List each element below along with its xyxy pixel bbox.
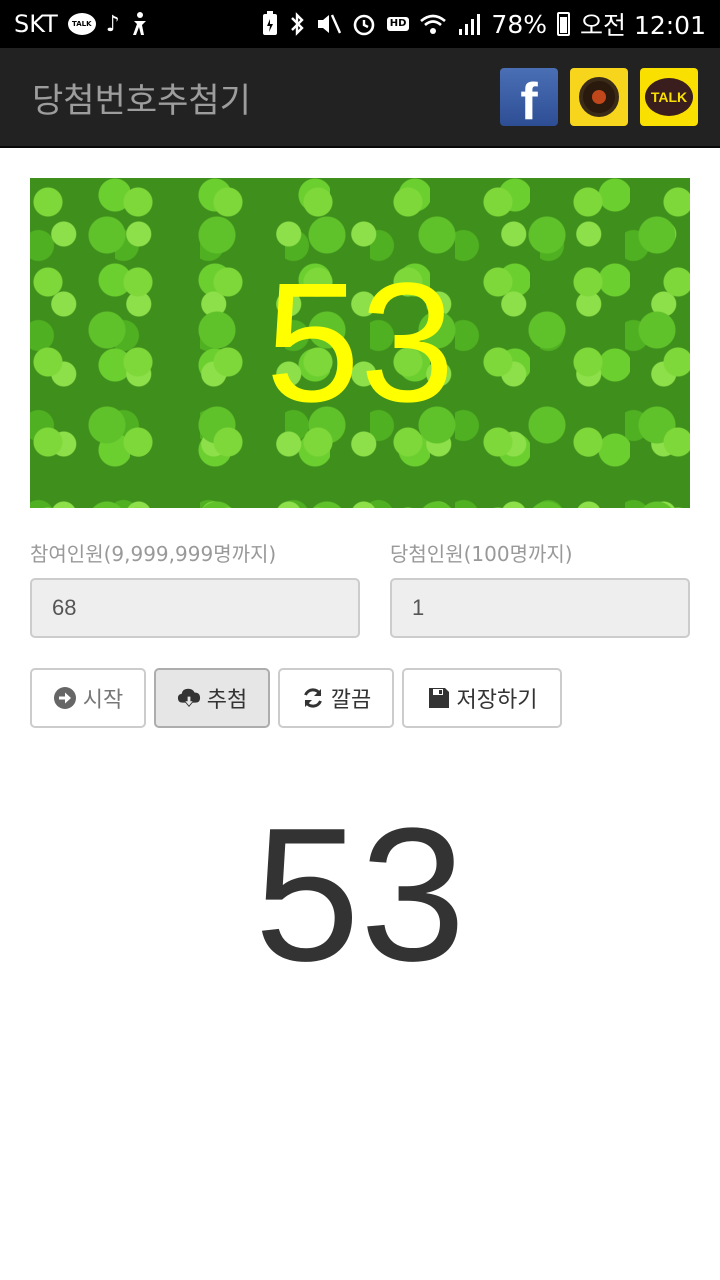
winners-label: 당첨인원(100명까지) <box>390 542 573 566</box>
cloud-download-icon <box>177 686 201 710</box>
alarm-icon <box>351 10 377 38</box>
participants-input[interactable]: 68 <box>30 578 360 638</box>
kakaotalk-notification-icon: TALK <box>67 13 96 35</box>
facebook-icon: f <box>520 73 538 126</box>
hd-voice-icon: HD <box>386 17 410 31</box>
winners-input[interactable]: 1 <box>390 578 690 638</box>
carrier-label: SKT <box>14 10 58 38</box>
facebook-share-button[interactable]: f <box>500 68 558 126</box>
start-button-label: 시작 <box>82 688 124 713</box>
save-button-label: 저장하기 <box>456 688 538 713</box>
draw-button-label: 추첨 <box>206 688 248 713</box>
music-note-icon: ♪ <box>105 11 120 37</box>
battery-icon <box>557 12 570 36</box>
share-buttons: f TALK <box>500 68 698 126</box>
kakaotalk-share-button[interactable]: TALK <box>640 68 698 126</box>
participants-label: 참여인원(9,999,999명까지) <box>30 542 277 566</box>
start-button[interactable]: 시작 <box>30 668 146 728</box>
action-buttons: 시작 추첨 깔끔 저장하기 <box>30 668 562 728</box>
app-title: 당첨번호추첨기 <box>32 80 251 121</box>
draw-button[interactable]: 추첨 <box>154 668 270 728</box>
clear-button[interactable]: 깔끔 <box>278 668 394 728</box>
refresh-icon <box>301 686 325 710</box>
kakaostory-icon <box>579 77 619 117</box>
status-bar: SKT TALK ♪ HD 78% 오전 12:01 <box>0 0 720 48</box>
kakaotalk-icon: TALK <box>645 78 693 116</box>
app-header: 당첨번호추첨기 f TALK <box>0 48 720 148</box>
floppy-disk-icon <box>427 686 451 710</box>
clover-banner: 53 <box>30 178 690 508</box>
clock: 오전 12:01 <box>580 11 706 40</box>
bluetooth-icon <box>289 10 305 38</box>
arrow-right-circle-icon <box>53 686 77 710</box>
battery-saver-icon <box>261 10 279 38</box>
banner-number: 53 <box>265 248 455 438</box>
accessibility-icon <box>130 10 150 38</box>
clear-button-label: 깔끔 <box>330 688 372 713</box>
battery-percent: 78% <box>491 9 547 39</box>
result-number: 53 <box>254 789 466 1001</box>
save-button[interactable]: 저장하기 <box>402 668 562 728</box>
kakaostory-share-button[interactable] <box>570 68 628 126</box>
mute-icon <box>315 10 341 38</box>
wifi-icon <box>419 10 447 38</box>
signal-icon <box>457 10 481 38</box>
